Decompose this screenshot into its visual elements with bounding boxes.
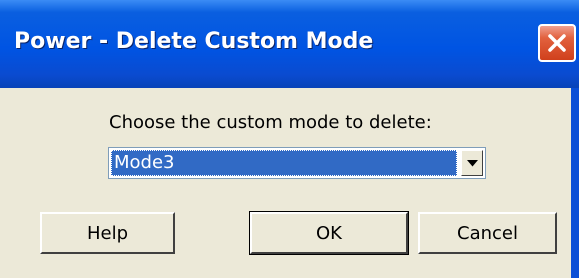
- ok-button[interactable]: OK: [249, 211, 409, 255]
- prompt-label: Choose the custom mode to delete:: [109, 112, 432, 133]
- help-button[interactable]: Help: [40, 212, 175, 254]
- close-button[interactable]: [538, 24, 576, 62]
- window-title: Power - Delete Custom Mode: [14, 29, 374, 54]
- dropdown-arrow-icon: [467, 160, 478, 167]
- close-x-icon: [548, 34, 566, 52]
- title-bar[interactable]: Power - Delete Custom Mode: [0, 0, 579, 88]
- mode-select[interactable]: Mode3: [108, 147, 486, 179]
- cancel-button[interactable]: Cancel: [418, 212, 557, 254]
- selected-mode[interactable]: Mode3: [111, 150, 457, 176]
- dropdown-button[interactable]: [461, 150, 483, 176]
- window-frame-right: [571, 88, 579, 278]
